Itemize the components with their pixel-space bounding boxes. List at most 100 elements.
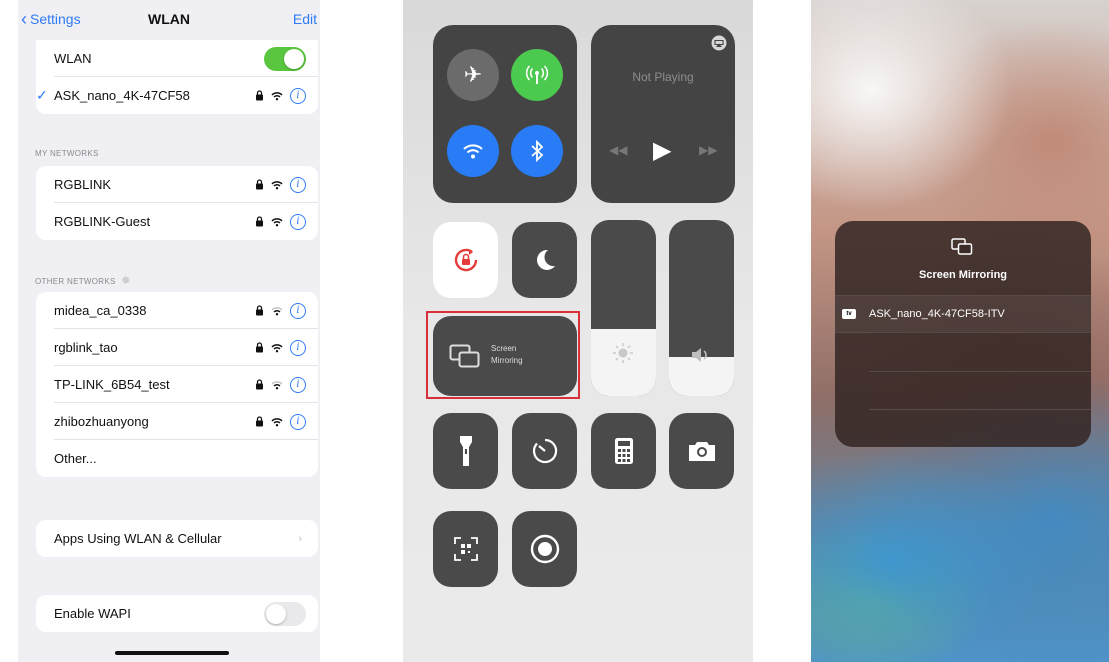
network-row[interactable]: midea_ca_0338 i [36, 292, 318, 329]
bluetooth-icon [531, 140, 544, 162]
screen-mirroring-icon [951, 238, 973, 255]
network-name: midea_ca_0338 [54, 303, 147, 318]
info-icon[interactable]: i [290, 213, 306, 230]
network-row[interactable]: zhibozhuanyong i [36, 403, 318, 440]
flashlight-icon [459, 436, 472, 466]
timer-button[interactable] [512, 413, 577, 489]
info-icon[interactable]: i [290, 376, 306, 393]
screen-recording-button[interactable] [512, 511, 577, 587]
my-networks-header: MY NETWORKS [35, 149, 99, 158]
cellular-icon [525, 65, 549, 84]
wapi-label: Enable WAPI [54, 606, 131, 621]
apple-tv-badge: tv [846, 311, 852, 317]
cellular-data-button[interactable] [511, 49, 563, 101]
network-row[interactable]: RGBLINK i [36, 166, 318, 203]
calculator-icon [614, 438, 633, 464]
divider [869, 371, 1091, 372]
camera-icon [688, 442, 715, 461]
wlan-label: WLAN [54, 51, 92, 66]
other-label: Other... [54, 451, 97, 466]
fast-forward-icon: ▶▶ [699, 143, 718, 157]
toggle-knob [266, 603, 286, 624]
apple-tv-icon: tv [842, 309, 856, 319]
volume-slider[interactable] [669, 220, 734, 396]
other-networks-header: OTHER NETWORKS ✵ [35, 274, 131, 287]
rotation-lock-button[interactable] [433, 222, 498, 298]
timer-icon [532, 438, 557, 464]
rewind-icon: ◀◀ [609, 143, 628, 157]
network-row[interactable]: rgblink_tao i [36, 329, 318, 366]
lock-icon [256, 305, 263, 316]
now-playing-module: Not Playing ◀◀ ▶ ▶▶ [591, 25, 735, 203]
edit-button[interactable]: Edit [293, 11, 317, 27]
network-row[interactable]: TP-LINK_6B54_test i [36, 366, 318, 403]
device-name: ASK_nano_4K-47CF58-ITV [869, 308, 1005, 320]
wifi-icon [271, 380, 283, 389]
apps-using-wlan-row[interactable]: Apps Using WLAN & Cellular › [36, 520, 318, 557]
network-name: TP-LINK_6B54_test [54, 377, 170, 392]
wifi-icon [271, 217, 283, 226]
network-name: RGBLINK-Guest [54, 214, 151, 229]
screen-mirroring-title: Screen Mirroring [918, 269, 1008, 281]
code-scanner-button[interactable] [433, 511, 498, 587]
info-icon[interactable]: i [290, 302, 306, 319]
volume-icon [692, 348, 707, 362]
home-indicator [115, 651, 229, 655]
screen-record-icon [530, 534, 559, 564]
wlan-toggle-row: WLAN [36, 40, 318, 77]
other-networks-label: OTHER NETWORKS [35, 277, 116, 286]
lock-icon [256, 342, 263, 353]
bluetooth-button[interactable] [511, 125, 563, 177]
lock-icon [256, 90, 263, 101]
wifi-button[interactable] [447, 125, 499, 177]
wifi-icon [271, 91, 283, 100]
network-row[interactable]: RGBLINK-Guest i [36, 203, 318, 240]
connected-network-row[interactable]: ✓ ASK_nano_4K-47CF58 i [36, 77, 318, 114]
play-button[interactable]: ▶ [653, 136, 671, 165]
network-icons: i [255, 302, 306, 319]
camera-button[interactable] [669, 413, 734, 489]
qr-scanner-icon [453, 537, 478, 561]
lock-icon [256, 416, 263, 427]
wlan-toggle[interactable] [264, 46, 306, 71]
info-icon[interactable]: i [290, 339, 306, 356]
network-icons: i [255, 213, 306, 230]
rewind-button[interactable]: ◀◀ [609, 143, 627, 157]
calculator-button[interactable] [591, 413, 656, 489]
wlan-group: WLAN ✓ ASK_nano_4K-47CF58 i [36, 40, 318, 114]
network-icons: i [255, 87, 306, 104]
network-name: zhibozhuanyong [54, 414, 149, 429]
info-icon[interactable]: i [290, 87, 306, 104]
flashlight-button[interactable] [433, 413, 498, 489]
network-icons: i [255, 339, 306, 356]
loading-spinner-icon: ✵ [121, 275, 131, 287]
apps-label: Apps Using WLAN & Cellular [54, 531, 222, 546]
wapi-toggle[interactable] [264, 601, 306, 626]
toggle-knob [284, 48, 304, 69]
info-icon[interactable]: i [290, 413, 306, 430]
do-not-disturb-button[interactable] [512, 222, 577, 298]
network-name: RGBLINK [54, 177, 112, 192]
apps-group: Apps Using WLAN & Cellular › [36, 520, 318, 557]
navigation-bar: ‹ Settings WLAN Edit [18, 0, 320, 44]
wifi-icon [271, 417, 283, 426]
control-center-screen: ✈ Not Playing ◀◀ ▶ ▶▶ Screen Mirroring [403, 0, 753, 662]
fast-forward-button[interactable]: ▶▶ [699, 143, 717, 157]
wifi-icon [271, 343, 283, 352]
network-name: ASK_nano_4K-47CF58 [54, 88, 190, 103]
other-network-row[interactable]: Other... [36, 440, 318, 477]
airplane-mode-button[interactable]: ✈ [447, 49, 499, 101]
other-networks-group: midea_ca_0338 i rgblink_tao i TP-LINK_6B… [36, 292, 318, 477]
brightness-icon [613, 343, 633, 363]
brightness-slider[interactable] [591, 220, 656, 396]
divider [835, 332, 1091, 333]
chevron-right-icon: › [298, 532, 302, 545]
network-icons: i [255, 413, 306, 430]
airplay-icon[interactable] [711, 35, 727, 51]
info-icon[interactable]: i [290, 176, 306, 193]
rotation-lock-icon [454, 248, 477, 272]
wapi-group: Enable WAPI [36, 595, 318, 632]
network-icons: i [255, 176, 306, 193]
lock-icon [256, 179, 263, 190]
wlan-settings-screen: ‹ Settings WLAN Edit WLAN ✓ ASK_nano_4K-… [18, 0, 320, 662]
